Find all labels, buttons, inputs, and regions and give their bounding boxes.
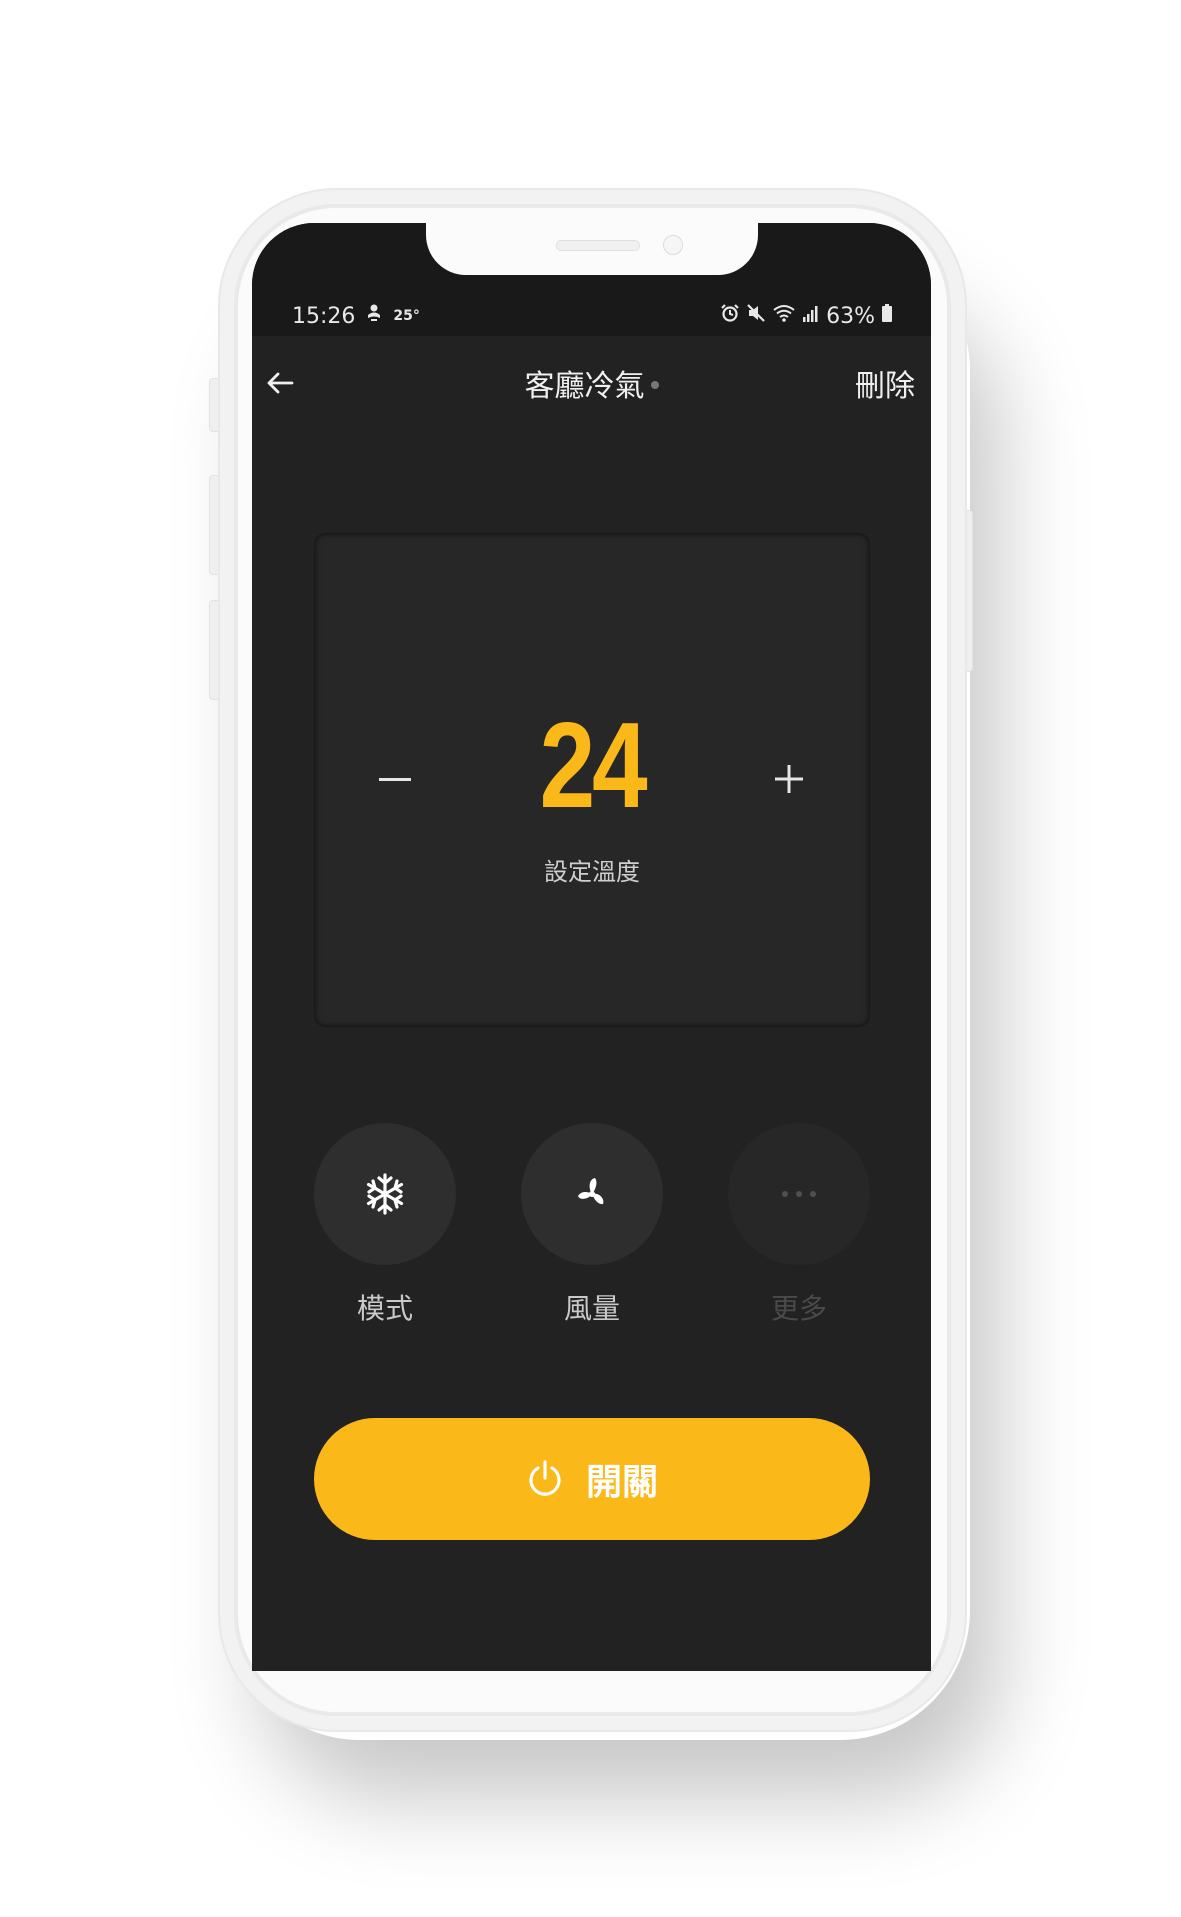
page-title: 客廳冷氣 [524, 369, 645, 404]
battery-icon [881, 303, 893, 329]
power-icon [529, 1460, 561, 1496]
front-camera [663, 235, 683, 255]
notch [426, 223, 758, 275]
mode-control[interactable]: 模式 [314, 1123, 456, 1327]
status-bar: 15:26 25° 63% [252, 223, 931, 336]
temperature-panel: 24 設定溫度 [314, 533, 870, 1027]
more-button [728, 1123, 870, 1265]
signal-icon [802, 303, 820, 329]
mute-icon [746, 303, 766, 329]
power-label: 開關 [585, 1462, 658, 1503]
status-battery-percent: 63% [826, 303, 875, 329]
set-temperature-value: 24 [539, 697, 648, 833]
set-temperature-label: 設定溫度 [544, 858, 640, 886]
increase-temp-button[interactable] [764, 754, 814, 804]
mode-button[interactable] [314, 1123, 456, 1265]
status-time: 15:26 [292, 303, 356, 329]
speaker [556, 240, 640, 251]
mode-label: 模式 [356, 1292, 413, 1325]
more-control: 更多 [728, 1123, 870, 1327]
snowflake-icon [366, 1173, 404, 1215]
fan-speed-label: 風量 [563, 1292, 620, 1325]
wifi-icon [772, 303, 796, 329]
fan-speed-control[interactable]: 風量 [521, 1123, 663, 1327]
device-status-dot [650, 380, 659, 389]
alarm-icon [720, 303, 740, 329]
fan-speed-button[interactable] [521, 1123, 663, 1265]
power-button[interactable]: 開關 [314, 1418, 870, 1540]
plus-icon [775, 765, 803, 793]
weather-icon [365, 303, 383, 329]
fan-icon [578, 1178, 604, 1205]
control-row: 模式 風量 更多 [314, 1123, 870, 1325]
app-header: 客廳冷氣 刪除 [252, 353, 931, 413]
app-screen: 15:26 25° 63% 客廳冷氣 刪除 24 設定溫度 模式 風量 更多 開… [252, 223, 931, 1671]
status-weather-temp: 25° [393, 308, 420, 324]
delete-button[interactable]: 刪除 [855, 361, 915, 405]
more-label: 更多 [770, 1292, 827, 1325]
more-icon [782, 1191, 816, 1197]
